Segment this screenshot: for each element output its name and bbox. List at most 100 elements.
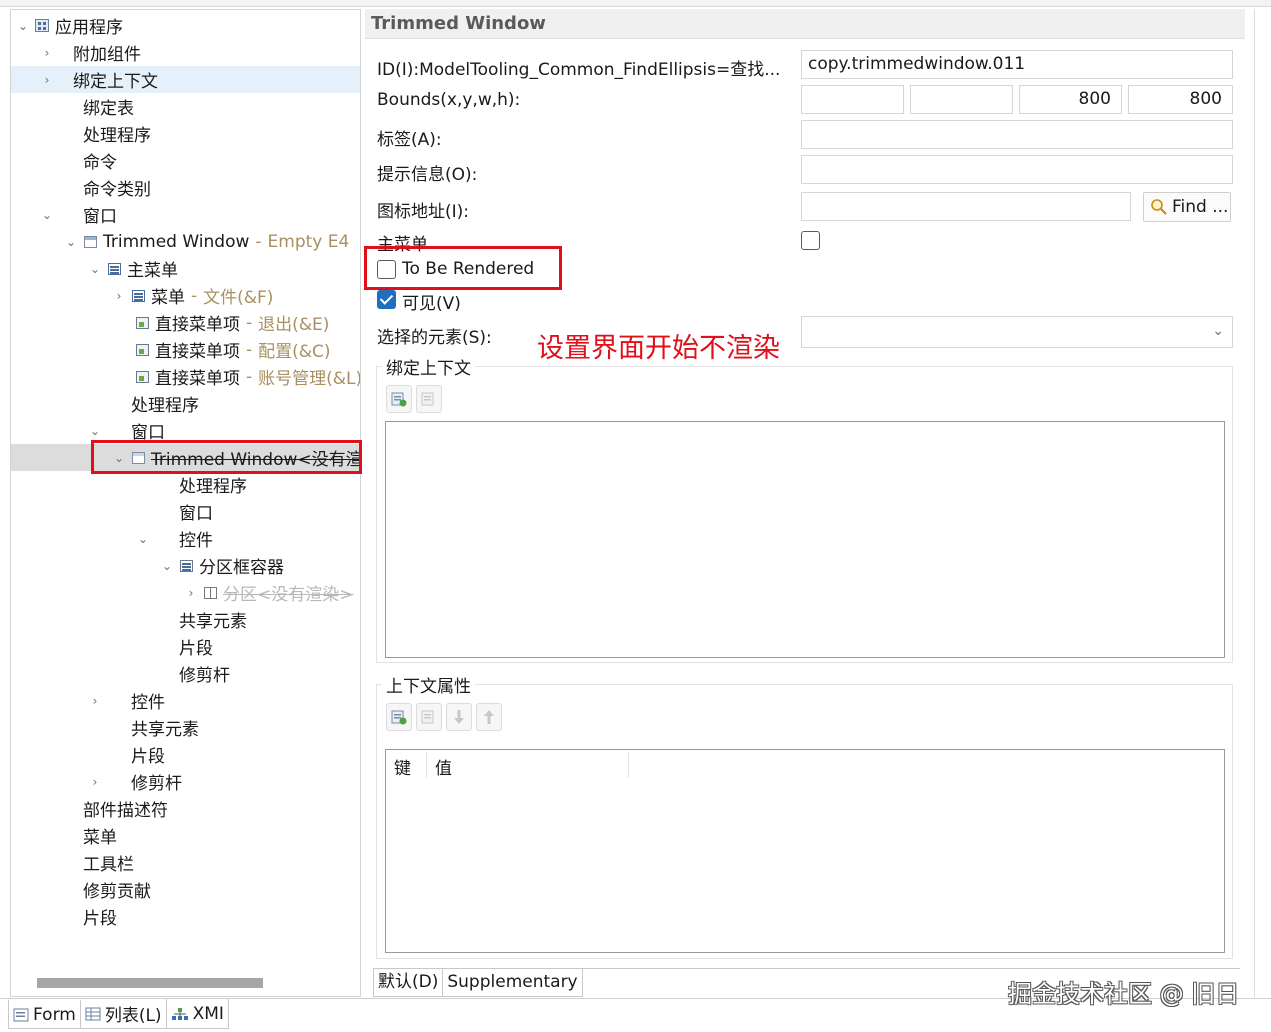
icon-uri-field[interactable] xyxy=(801,192,1131,221)
bounds-y-field[interactable] xyxy=(910,85,1013,114)
column-header-key[interactable]: 键 xyxy=(394,754,411,779)
tree-item-app-snippets[interactable]: 片段 xyxy=(11,903,360,930)
move-up-button[interactable] xyxy=(476,703,502,731)
selected-element-label: 选择的元素(S): xyxy=(377,328,492,348)
tooltip-field[interactable] xyxy=(801,155,1233,184)
tree-item-main-menu[interactable]: ⌄ 主菜单 xyxy=(11,255,360,282)
chevron-right-icon[interactable]: › xyxy=(37,73,57,87)
chevron-down-icon[interactable]: ⌄ xyxy=(157,559,177,573)
tree-item-nested-trimbars[interactable]: 修剪杆 xyxy=(11,660,360,687)
tree-item-nested-handlers[interactable]: 处理程序 xyxy=(11,471,360,498)
chevron-down-icon[interactable]: ⌄ xyxy=(133,532,153,546)
tab-form-label: Form xyxy=(33,1004,76,1025)
chevron-down-icon[interactable]: ⌄ xyxy=(61,235,81,249)
tree-item-nested-controls[interactable]: ⌄ 控件 xyxy=(11,525,360,552)
binding-contexts-list[interactable] xyxy=(385,421,1225,658)
tree-item-application[interactable]: ⌄ 应用程序 xyxy=(11,12,360,39)
tree-item-direct-menu-account[interactable]: 直接菜单项 - 账号管理(&L) xyxy=(11,363,360,390)
add-property-button[interactable] xyxy=(386,703,412,731)
tree-item-controls[interactable]: › 控件 xyxy=(11,687,360,714)
model-tree[interactable]: ⌄ 应用程序 › 附加组件 › 绑定上下文 绑定表 处理程序 命令 命令类别 ⌄… xyxy=(10,9,361,997)
selected-element-dropdown[interactable]: ⌄ xyxy=(801,316,1233,348)
tree-item-direct-menu-exit[interactable]: 直接菜单项 - 退出(&E) xyxy=(11,309,360,336)
tree-item-menus[interactable]: 菜单 xyxy=(11,822,360,849)
bounds-h-field[interactable]: 800 xyxy=(1128,85,1233,114)
add-binding-button[interactable] xyxy=(386,385,412,413)
id-field[interactable]: copy.trimmedwindow.011 xyxy=(801,50,1233,79)
chevron-right-icon[interactable]: › xyxy=(37,46,57,60)
tab-default[interactable]: 默认(D) xyxy=(373,968,444,997)
chevron-right-icon[interactable]: › xyxy=(85,775,105,789)
main-menu-checkbox[interactable] xyxy=(801,231,820,250)
tree-item-label: 应用程序 xyxy=(55,18,123,38)
tree-item-suffix: 退出(&E) xyxy=(258,315,330,335)
chevron-down-icon[interactable]: ⌄ xyxy=(13,19,33,33)
tabs-divider xyxy=(580,968,1240,969)
part-icon xyxy=(201,586,219,599)
tree-item-label: 修剪杆 xyxy=(179,666,230,686)
menu-icon xyxy=(105,262,123,275)
xmi-icon xyxy=(171,1007,188,1020)
tree-item-label: 直接菜单项 xyxy=(155,315,240,335)
editor-tabs: Form 列表(L) XMI xyxy=(8,999,229,1029)
tab-supplementary[interactable]: Supplementary xyxy=(443,968,583,997)
top-toolbar-strip xyxy=(0,0,1271,7)
tree-item-label: 工具栏 xyxy=(83,855,134,875)
chevron-down-icon[interactable]: ⌄ xyxy=(37,208,57,222)
tree-horizontal-scrollbar[interactable] xyxy=(37,978,263,988)
tree-item-label: 片段 xyxy=(83,909,117,929)
column-header-value[interactable]: 值 xyxy=(435,754,452,779)
tree-item-menu-file[interactable]: › 菜单 - 文件(&F) xyxy=(11,282,360,309)
tree-item-command-categories[interactable]: 命令类别 xyxy=(11,174,360,201)
tree-item-windows[interactable]: ⌄ 窗口 xyxy=(11,201,360,228)
visible-checkbox[interactable] xyxy=(377,290,396,309)
chevron-right-icon[interactable]: › xyxy=(85,694,105,708)
form-icon xyxy=(13,1008,29,1021)
context-properties-table[interactable]: 键 值 xyxy=(385,749,1225,953)
remove-property-button[interactable] xyxy=(416,703,442,731)
tree-item-label: 直接菜单项 xyxy=(155,369,240,389)
tree-item-nested-windows[interactable]: 窗口 xyxy=(11,498,360,525)
remove-binding-button[interactable] xyxy=(416,385,442,413)
tree-item-part-sash-container[interactable]: ⌄ 分区框容器 xyxy=(11,552,360,579)
tree-item-trimmed-window[interactable]: ⌄ Trimmed Window - Empty E4 xyxy=(11,228,360,255)
chevron-right-icon[interactable]: › xyxy=(181,586,201,600)
add-icon xyxy=(391,710,407,725)
tree-item-window-handlers[interactable]: 处理程序 xyxy=(11,390,360,417)
tree-item-handlers[interactable]: 处理程序 xyxy=(11,120,360,147)
tree-item-binding-contexts[interactable]: › 绑定上下文 xyxy=(11,66,360,93)
tree-item-label: 窗口 xyxy=(179,504,213,524)
tree-item-trim-contributions[interactable]: 修剪贡献 xyxy=(11,876,360,903)
tree-item-snippets[interactable]: 片段 xyxy=(11,741,360,768)
tree-item-part-not-rendered[interactable]: › 分区<没有渲染> xyxy=(11,579,360,606)
tab-list[interactable]: 列表(L) xyxy=(80,999,167,1029)
bounds-w-field[interactable]: 800 xyxy=(1019,85,1122,114)
chevron-down-icon[interactable]: ⌄ xyxy=(85,262,105,276)
tree-item-suffix: 账号管理(&L) xyxy=(258,369,360,389)
tree-item-nested-snippets[interactable]: 片段 xyxy=(11,633,360,660)
tree-item-addons[interactable]: › 附加组件 xyxy=(11,39,360,66)
tree-item-binding-tables[interactable]: 绑定表 xyxy=(11,93,360,120)
bounds-x-field[interactable] xyxy=(801,85,904,114)
tree-item-direct-menu-config[interactable]: 直接菜单项 - 配置(&C) xyxy=(11,336,360,363)
tree-item-trimbars[interactable]: › 修剪杆 xyxy=(11,768,360,795)
tree-item-shared-elements[interactable]: 共享元素 xyxy=(11,714,360,741)
tree-item-label: 分区框容器 xyxy=(199,558,284,578)
tag-field[interactable] xyxy=(801,120,1233,149)
tab-xmi[interactable]: XMI xyxy=(166,999,229,1029)
arrow-up-icon xyxy=(484,710,494,724)
move-down-button[interactable] xyxy=(446,703,472,731)
column-separator xyxy=(628,752,629,778)
tree-item-nested-shared-elements[interactable]: 共享元素 xyxy=(11,606,360,633)
tree-item-part-descriptors[interactable]: 部件描述符 xyxy=(11,795,360,822)
tree-item-toolbars[interactable]: 工具栏 xyxy=(11,849,360,876)
chevron-down-icon[interactable]: ⌄ xyxy=(85,424,105,438)
chevron-down-icon: ⌄ xyxy=(1212,323,1224,339)
find-button-label: Find ... xyxy=(1172,197,1229,217)
annotation-text: 设置界面开始不渲染 xyxy=(537,333,780,364)
find-button[interactable]: Find ... xyxy=(1143,192,1231,222)
tree-item-commands[interactable]: 命令 xyxy=(11,147,360,174)
chevron-right-icon[interactable]: › xyxy=(109,289,129,303)
tab-form[interactable]: Form xyxy=(8,999,81,1029)
highlight-box-tree-item xyxy=(91,440,362,474)
